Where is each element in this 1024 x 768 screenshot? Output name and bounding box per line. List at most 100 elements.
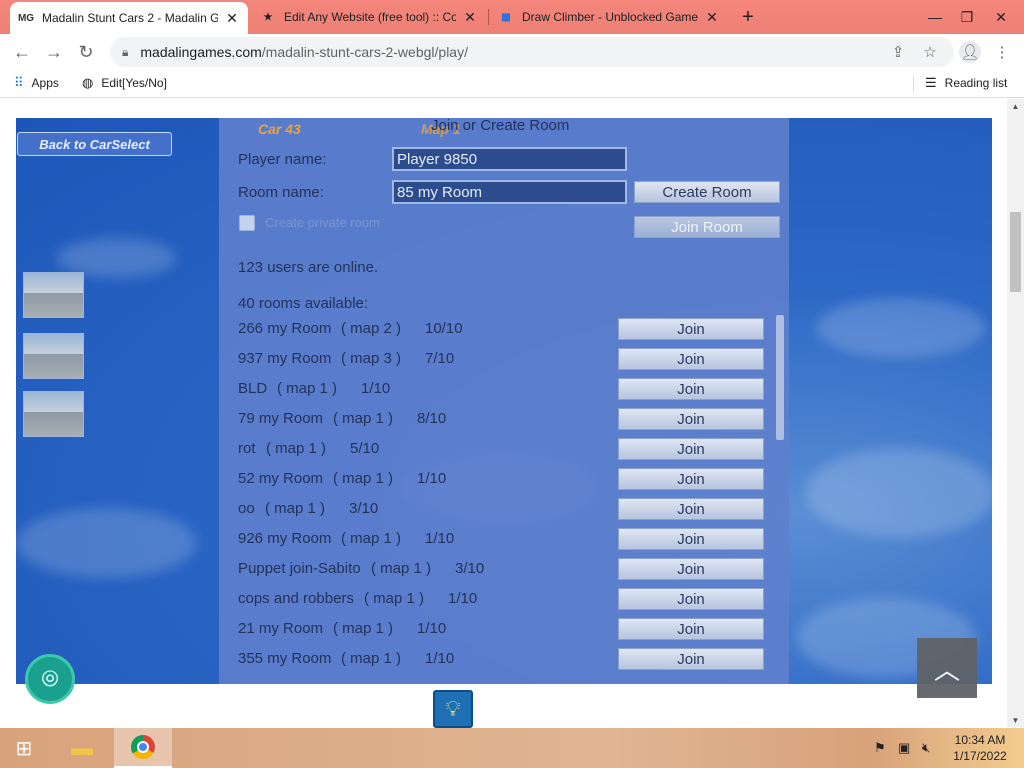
minimize-button[interactable]: —: [918, 0, 952, 34]
room-name-label: Room name:: [238, 184, 324, 201]
network-icon[interactable]: ▣: [898, 740, 910, 756]
join-button[interactable]: Join: [618, 438, 764, 460]
room-row: 21 my Room ( map 1 ) 1/10 Join: [238, 618, 778, 640]
cloud: [806, 448, 992, 538]
url-host: madalingames.com: [140, 44, 262, 60]
back-to-carselect-button[interactable]: Back to CarSelect: [17, 132, 172, 156]
join-button[interactable]: Join: [618, 648, 764, 670]
new-tab-button[interactable]: +: [736, 5, 760, 29]
browser-toolbar: ← → ↻ 🔒︎ madalingames.com/madalin-stunt-…: [0, 34, 1024, 70]
room-row: 52 my Room ( map 1 ) 1/10 Join: [238, 468, 778, 490]
forward-button[interactable]: →: [40, 38, 68, 66]
game-canvas[interactable]: Back to CarSelect Car 43 Map 1 Join or C…: [16, 118, 992, 684]
share-button[interactable]: ⇪: [884, 38, 912, 66]
join-button[interactable]: Join: [618, 378, 764, 400]
room-row: BLD ( map 1 ) 1/10 Join: [238, 378, 778, 400]
arrow-right-icon: →: [45, 41, 63, 62]
tab-title: Madalin Stunt Cars 2 - Madalin G: [42, 11, 218, 25]
mg-favicon-icon: MG: [17, 12, 35, 24]
reading-list-label: Reading list: [944, 76, 1008, 90]
reading-list-button[interactable]: ☰ Reading list: [925, 75, 1007, 91]
private-room-label: Create private room: [265, 215, 380, 230]
room-name-input[interactable]: 85 my Room: [392, 180, 627, 204]
map-thumbnail-1[interactable]: [23, 272, 84, 318]
bookmark-star-button[interactable]: ☆: [916, 38, 944, 66]
back-button[interactable]: ←: [8, 38, 36, 66]
room-row: rot ( map 1 ) 5/10 Join: [238, 438, 778, 460]
clock[interactable]: 10:34 AM 1/17/2022: [950, 732, 1010, 764]
tab-draw-climber[interactable]: ▦ Draw Climber - Unblocked Game ✕: [490, 0, 728, 34]
join-button[interactable]: Join: [618, 348, 764, 370]
join-button[interactable]: Join: [618, 408, 764, 430]
bookmark-apps[interactable]: ⠿ Apps: [14, 75, 59, 91]
menu-button[interactable]: ⋮: [988, 38, 1016, 66]
chrome-icon: [131, 735, 155, 759]
star-favicon-icon: ★: [263, 11, 273, 23]
room-name: 52 my Room: [238, 470, 324, 487]
join-button[interactable]: Join: [618, 558, 764, 580]
chrome-taskbar-button[interactable]: [114, 728, 172, 768]
bookmark-edit[interactable]: ◍ Edit[Yes/No]: [82, 75, 167, 91]
tab-madalin-stunt-cars[interactable]: MG Madalin Stunt Cars 2 - Madalin G ✕: [10, 2, 248, 34]
tab-edit-any-website[interactable]: ★ Edit Any Website (free tool) :: Co ✕: [252, 0, 486, 34]
join-button[interactable]: Join: [618, 498, 764, 520]
reload-button[interactable]: ↻: [72, 38, 100, 66]
volume-muted-icon[interactable]: 🔇︎: [922, 740, 930, 756]
file-explorer-button[interactable]: ▬: [60, 728, 104, 768]
restore-button[interactable]: ❐: [950, 0, 984, 34]
join-button[interactable]: Join: [618, 318, 764, 340]
join-button[interactable]: Join: [618, 618, 764, 640]
tab-title: Edit Any Website (free tool) :: Co: [284, 10, 456, 24]
profile-button[interactable]: 👤︎: [956, 38, 984, 66]
room-row: 355 my Room ( map 1 ) 1/10 Join: [238, 648, 778, 670]
kebab-menu-icon: ⋮: [994, 44, 1010, 61]
room-player-count: 3/10: [455, 560, 485, 577]
tab-strip: MG Madalin Stunt Cars 2 - Madalin G ✕ ★ …: [0, 0, 1024, 34]
join-button[interactable]: Join: [618, 528, 764, 550]
room-player-count: 10/10: [425, 320, 463, 337]
address-bar[interactable]: 🔒︎ madalingames.com/madalin-stunt-cars-2…: [110, 37, 954, 67]
lightbulb-icon[interactable]: 💡︎: [433, 690, 473, 728]
page-scrollbar[interactable]: ▲ ▼: [1007, 99, 1024, 727]
room-player-count: 7/10: [425, 350, 455, 367]
room-player-count: 3/10: [349, 500, 379, 517]
join-button[interactable]: Join: [618, 468, 764, 490]
panel-heading: Join or Create Room: [431, 118, 570, 134]
page-scrollbar-thumb[interactable]: [1010, 212, 1021, 292]
room-map: ( map 1 ): [364, 590, 425, 607]
map-thumbnail-3[interactable]: [23, 391, 84, 437]
private-room-checkbox[interactable]: [239, 215, 255, 231]
scroll-down-arrow-icon[interactable]: ▼: [1007, 713, 1024, 727]
room-name: 355 my Room: [238, 650, 332, 667]
room-map: ( map 1 ): [266, 440, 327, 457]
share-icon: ⇪: [891, 44, 905, 61]
join-room-button[interactable]: Join Room: [634, 216, 780, 238]
users-online-text: 123 users are online.: [238, 259, 379, 276]
room-row: 266 my Room ( map 2 ) 10/10 Join: [238, 318, 778, 340]
start-button[interactable]: ⊞: [0, 728, 48, 768]
scroll-to-top-button[interactable]: ︿: [917, 638, 977, 698]
page-content: Back to CarSelect Car 43 Map 1 Join or C…: [0, 99, 1024, 727]
restore-icon: ❐: [960, 8, 974, 25]
close-tab-icon[interactable]: ✕: [224, 10, 240, 26]
join-button[interactable]: Join: [618, 588, 764, 610]
room-name: 937 my Room: [238, 350, 332, 367]
flag-icon[interactable]: ⚑: [874, 740, 886, 756]
player-name-input[interactable]: Player 9850: [392, 147, 627, 171]
room-name: BLD: [238, 380, 268, 397]
room-map: ( map 1 ): [333, 470, 394, 487]
close-tab-icon[interactable]: ✕: [704, 9, 720, 25]
scroll-up-arrow-icon[interactable]: ▲: [1007, 99, 1024, 113]
room-map: ( map 1 ): [265, 500, 326, 517]
close-window-button[interactable]: ✕: [984, 0, 1018, 34]
fingerprint-icon[interactable]: ⦾: [25, 654, 75, 704]
url-path: /madalin-stunt-cars-2-webgl/play/: [261, 44, 468, 60]
minimize-icon: —: [928, 9, 942, 25]
bookmark-label: Apps: [31, 76, 59, 90]
create-room-button[interactable]: Create Room: [634, 181, 780, 203]
room-row: Puppet join-Sabito ( map 1 ) 3/10 Join: [238, 558, 778, 580]
room-map: ( map 1 ): [333, 620, 394, 637]
tab-separator: [488, 9, 489, 25]
map-thumbnail-2[interactable]: [23, 333, 84, 379]
close-tab-icon[interactable]: ✕: [462, 9, 478, 25]
